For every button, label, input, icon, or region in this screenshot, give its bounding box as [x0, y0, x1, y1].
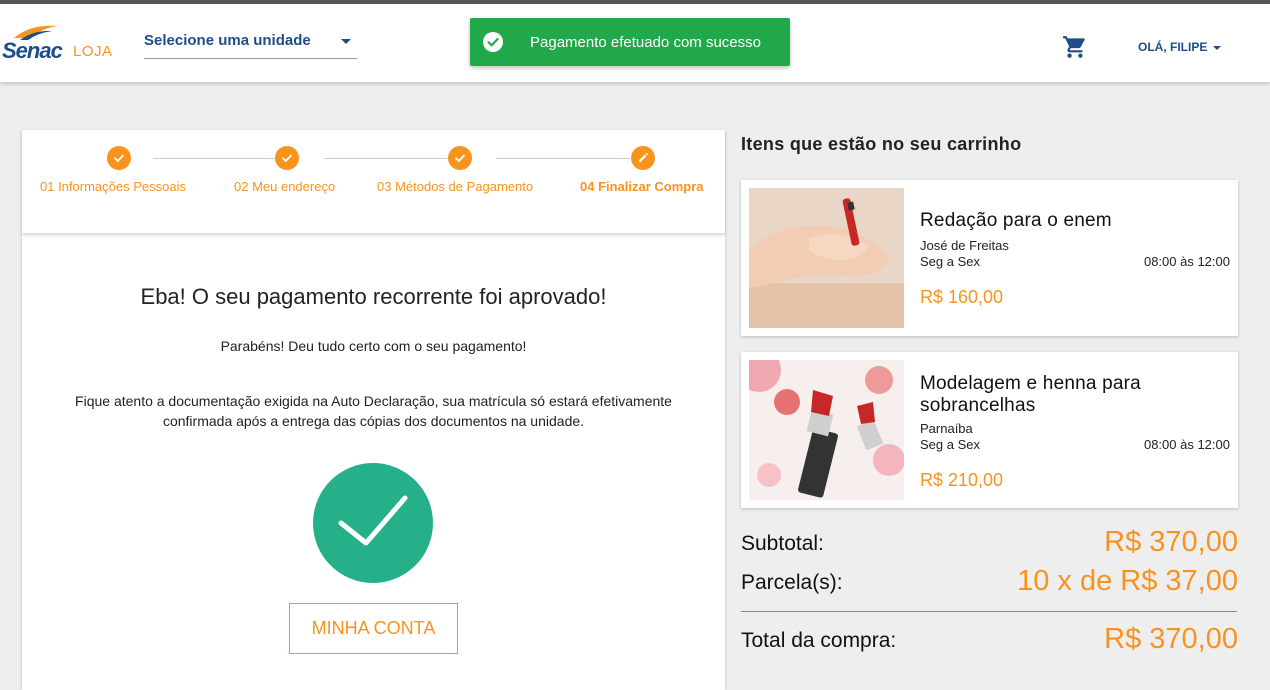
- step-1-done-icon: [107, 146, 131, 170]
- step-3-done-icon: [448, 146, 472, 170]
- subtotal-value: R$ 370,00: [1104, 526, 1238, 558]
- cart-item[interactable]: Redação para o enem José de Freitas Seg …: [741, 180, 1238, 336]
- unit-select[interactable]: Selecione uma unidade: [144, 26, 357, 59]
- chevron-down-icon: [341, 39, 351, 44]
- step-4-label[interactable]: 04 Finalizar Compra: [580, 179, 704, 194]
- course-days: Seg a Sex: [920, 254, 980, 269]
- course-name: Redação para o enem: [920, 210, 1112, 231]
- step-2-label[interactable]: 02 Meu endereço: [234, 179, 335, 194]
- subtotal-label: Subtotal:: [741, 532, 824, 555]
- user-greeting: OLÁ, FILIPE: [1138, 40, 1208, 54]
- logo-text: Senac: [2, 38, 63, 63]
- my-account-button[interactable]: MINHA CONTA: [289, 603, 458, 654]
- success-subtitle: Parabéns! Deu tudo certo com o seu pagam…: [220, 338, 527, 354]
- course-days: Seg a Sex: [920, 437, 980, 452]
- senac-logo[interactable]: Senac LOJA: [2, 20, 114, 66]
- step-3-label[interactable]: 03 Métodos de Pagamento: [377, 179, 533, 194]
- cart-icon[interactable]: [1061, 34, 1089, 60]
- check-circle-icon: [483, 32, 503, 52]
- total-value: R$ 370,00: [1104, 623, 1238, 655]
- total-label: Total da compra:: [741, 629, 897, 652]
- cart-title: Itens que estão no seu carrinho: [741, 134, 1022, 154]
- course-price: R$ 210,00: [920, 470, 1004, 490]
- checkout-panel: 01 Informações Pessoais 02 Meu endereço …: [22, 130, 725, 690]
- unit-select-label: Selecione uma unidade: [144, 32, 311, 49]
- user-menu[interactable]: OLÁ, FILIPE: [1138, 40, 1222, 54]
- success-title: Eba! O seu pagamento recorrente foi apro…: [140, 284, 607, 309]
- course-hours: 08:00 às 12:00: [1143, 254, 1230, 269]
- course-name: Modelagem e henna para sobrancelhas: [920, 373, 1141, 416]
- logo-subtext: LOJA: [73, 43, 113, 60]
- chevron-down-icon: [1213, 45, 1222, 50]
- documentation-note: Fique atento a documentação exigida na A…: [75, 393, 672, 429]
- course-teacher: Parnaíba: [920, 421, 973, 436]
- course-price: R$ 160,00: [920, 287, 1004, 307]
- checkout-stepper: 01 Informações Pessoais 02 Meu endereço …: [22, 130, 725, 234]
- success-check-icon: [313, 463, 433, 583]
- installments-value: 10 x de R$ 37,00: [1017, 565, 1238, 597]
- step-connector: [496, 158, 630, 159]
- step-4-edit-icon: [631, 146, 655, 170]
- course-thumbnail-writing: [749, 188, 904, 328]
- cart-item[interactable]: Modelagem e henna para sobrancelhas Parn…: [741, 352, 1238, 508]
- toast-message: Pagamento efetuado com sucesso: [530, 34, 761, 51]
- course-thumbnail-makeup: [749, 360, 904, 500]
- success-toast: Pagamento efetuado com sucesso: [470, 18, 790, 66]
- totals-divider: [741, 611, 1237, 612]
- course-teacher: José de Freitas: [920, 238, 1009, 253]
- step-connector: [324, 158, 467, 159]
- step-connector: [153, 158, 295, 159]
- course-hours: 08:00 às 12:00: [1143, 437, 1230, 452]
- header: Senac LOJA Selecione uma unidade Pagamen…: [0, 4, 1270, 82]
- step-1-label[interactable]: 01 Informações Pessoais: [40, 179, 186, 194]
- step-2-done-icon: [275, 146, 299, 170]
- installments-label: Parcela(s):: [741, 571, 843, 594]
